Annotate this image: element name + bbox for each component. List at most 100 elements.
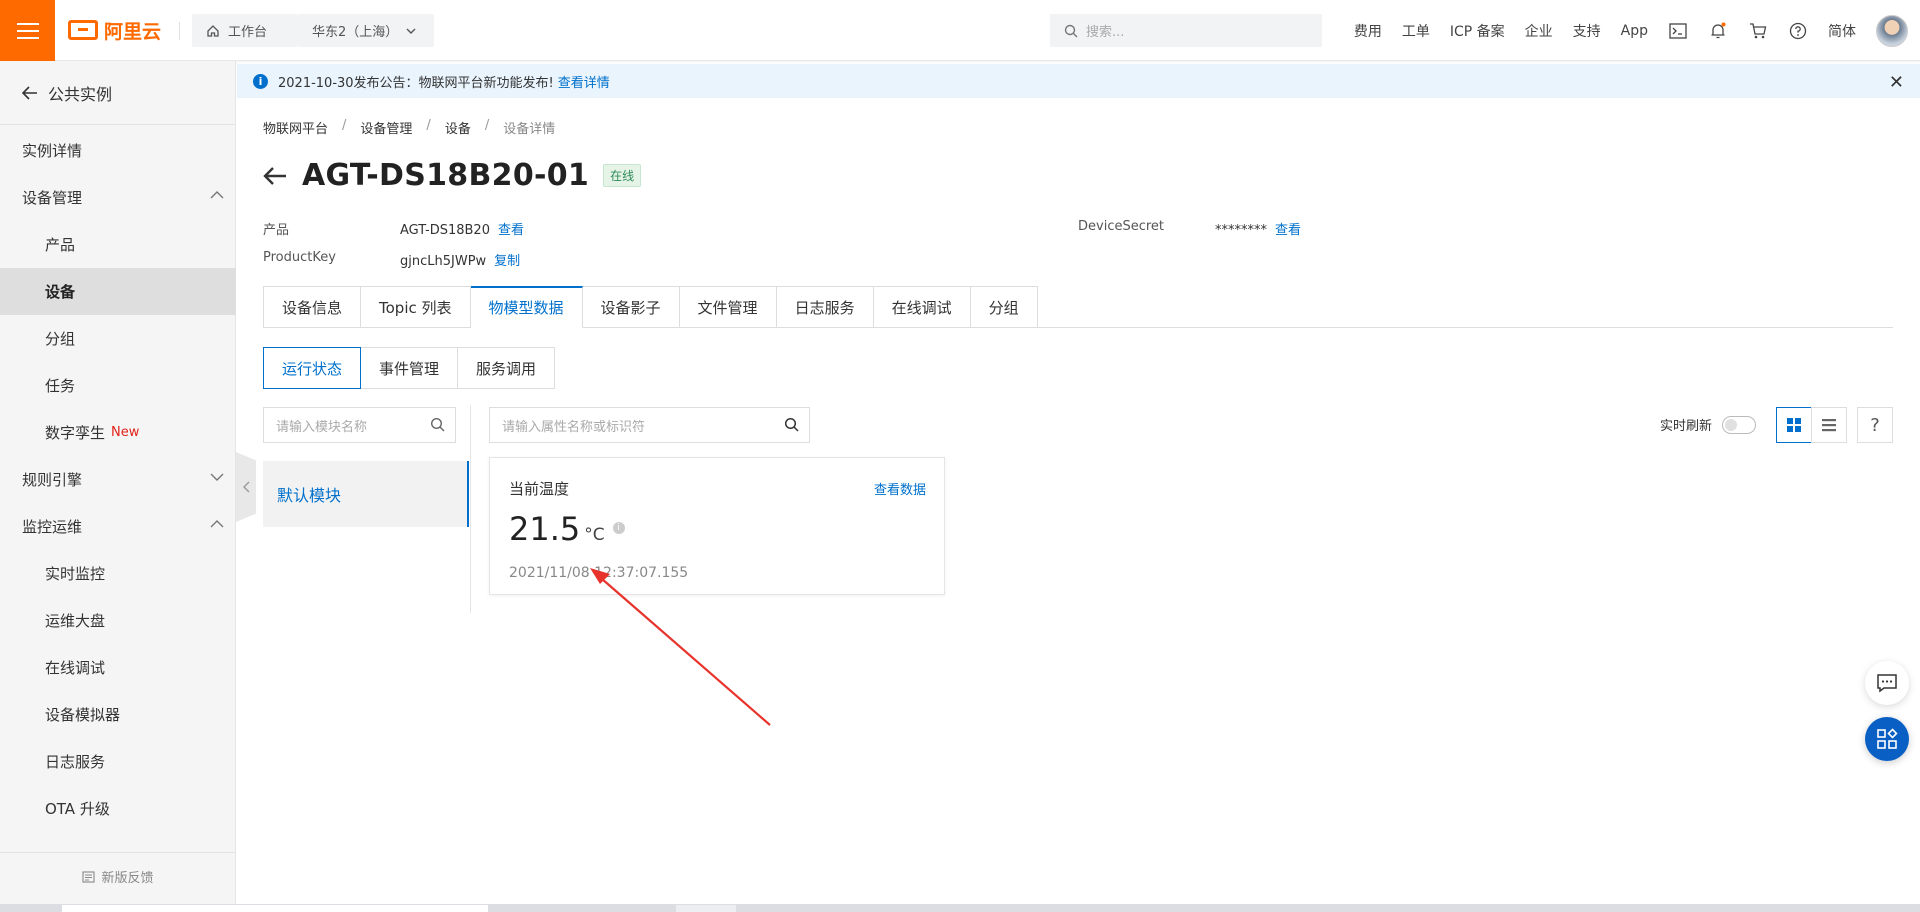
page-title: AGT-DS18B20-01 [302,158,590,193]
search-icon[interactable] [784,417,799,432]
arrow-left-icon [22,85,37,100]
module-item-default[interactable]: 默认模块 [263,461,469,527]
nav-billing[interactable]: 费用 [1354,21,1382,41]
sidebar-item-label: 数字孪生 [45,424,106,442]
productkey-copy-link[interactable]: 复制 [494,254,520,269]
back-arrow-icon[interactable] [262,165,288,187]
tab-log-service[interactable]: 日志服务 [776,286,874,328]
productkey-value: gjncLh5JWPw 复制 [400,250,520,269]
new-badge: New [111,425,140,440]
sidebar-item-device-simulator[interactable]: 设备模拟器 [0,691,236,738]
sidebar-item-device-management[interactable]: 设备管理 [0,174,236,221]
tab-groups[interactable]: 分组 [970,286,1038,328]
realtime-refresh-toggle[interactable] [1722,415,1757,434]
tab-device-shadow[interactable]: 设备影子 [582,286,680,328]
product-label: 产品 [263,223,290,238]
module-divider [470,405,471,613]
grid-icon [1787,418,1801,432]
devicesecret-mask: ******** [1215,223,1267,238]
sidebar-item-devices[interactable]: 设备 [0,268,236,315]
nav-support[interactable]: 支持 [1573,21,1601,41]
sidebar-item-tasks[interactable]: 任务 [0,362,236,409]
sidebar-item-instance-details[interactable]: 实例详情 [0,127,236,174]
sidebar-item-label: OTA 升级 [45,800,110,818]
tab-online-debug[interactable]: 在线调试 [873,286,971,328]
announcement-link[interactable]: 查看详情 [558,72,610,91]
bell-icon[interactable] [1708,21,1728,41]
nav-icp[interactable]: ICP 备案 [1450,21,1505,41]
nav-app[interactable]: App [1621,23,1648,39]
sidebar-item-ota[interactable]: OTA 升级 [0,785,236,832]
product-value: AGT-DS18B20 查看 [400,219,524,238]
sidebar-item-groups[interactable]: 分组 [0,315,236,362]
chat-button[interactable] [1865,661,1909,705]
sidebar-back-link[interactable]: 公共实例 [0,61,235,125]
sidebar-item-label: 设备模拟器 [45,706,121,724]
home-icon [207,24,219,37]
sidebar-item-online-debug[interactable]: 在线调试 [0,644,236,691]
product-name: AGT-DS18B20 [400,223,490,238]
tab-topic-list[interactable]: Topic 列表 [361,286,471,328]
info-icon: i [253,73,268,89]
menu-icon[interactable] [0,0,55,61]
region-select[interactable]: 华东2（上海） [298,14,434,47]
workbench-button[interactable]: 工作台 [192,14,298,47]
avatar[interactable] [1876,14,1908,47]
devicesecret-view-link[interactable]: 查看 [1275,223,1301,238]
announcement-text: 2021-10-30发布公告：物联网平台新功能发布! [278,75,554,91]
breadcrumb-device-management[interactable]: 设备管理 [360,118,412,137]
breadcrumb-devices[interactable]: 设备 [445,118,471,137]
nav-enterprise[interactable]: 企业 [1525,21,1553,41]
language-switch[interactable]: 简体 [1828,21,1856,41]
feedback-button[interactable]: 新版反馈 [0,852,236,900]
nav-ticket[interactable]: 工单 [1402,21,1430,41]
close-icon[interactable]: ✕ [1889,72,1904,93]
breadcrumb-device-details: 设备详情 [503,122,556,137]
horizontal-scrollbar[interactable] [0,904,1920,912]
list-view-button[interactable] [1811,407,1847,443]
search-icon[interactable] [430,417,445,432]
productkey-label: ProductKey [263,250,336,265]
sidebar-item-products[interactable]: 产品 [0,221,236,268]
breadcrumb-separator: / [484,118,490,133]
scrollbar-thumb[interactable] [62,905,488,912]
brand-logo[interactable]: 阿里云 [68,18,162,43]
feedback-label: 新版反馈 [101,871,154,886]
info-icon[interactable]: i [612,522,625,534]
sidebar-item-ops-dashboard[interactable]: 运维大盘 [0,597,236,644]
chat-icon [1877,674,1897,693]
global-search-input[interactable]: 搜索... [1050,14,1322,47]
sidebar-item-realtime-monitor[interactable]: 实时监控 [0,550,236,597]
tab-file-management[interactable]: 文件管理 [679,286,777,328]
sidebar-collapse-handle[interactable] [236,452,256,522]
scrollbar-thumb-secondary[interactable] [676,905,736,912]
tab-device-info[interactable]: 设备信息 [263,286,362,328]
property-search-input[interactable]: 请输入属性名称或标识符 [489,407,810,443]
subtab-running-status[interactable]: 运行状态 [263,347,362,389]
subtab-service-call[interactable]: 服务调用 [458,347,556,389]
module-search-placeholder: 请输入模块名称 [276,419,368,435]
sidebar-item-digital-twin[interactable]: 数字孪生 New [0,409,236,456]
cart-icon[interactable] [1748,21,1768,41]
grid-view-button[interactable] [1776,407,1812,443]
apps-button[interactable] [1865,717,1909,761]
region-label: 华东2（上海） [312,25,399,40]
terminal-icon[interactable] [1668,21,1688,41]
subtab-event-management[interactable]: 事件管理 [361,347,459,389]
chevron-down-icon [210,473,224,481]
sidebar-item-log-service[interactable]: 日志服务 [0,738,236,785]
tab-thing-model-data[interactable]: 物模型数据 [470,286,583,328]
view-data-link[interactable]: 查看数据 [874,479,926,498]
module-search-input[interactable]: 请输入模块名称 [263,407,456,443]
sidebar-item-monitoring[interactable]: 监控运维 [0,503,236,550]
brand-name: 阿里云 [104,20,162,43]
help-icon[interactable] [1788,21,1808,41]
question-icon: ? [1870,414,1880,436]
sidebar-item-label: 运维大盘 [45,612,106,630]
product-view-link[interactable]: 查看 [498,223,524,238]
breadcrumb-iot-platform[interactable]: 物联网平台 [263,118,328,137]
chevron-down-icon [406,28,416,34]
chevron-up-icon [210,191,224,199]
sidebar-item-rule-engine[interactable]: 规则引擎 [0,456,236,503]
help-button[interactable]: ? [1857,407,1893,443]
